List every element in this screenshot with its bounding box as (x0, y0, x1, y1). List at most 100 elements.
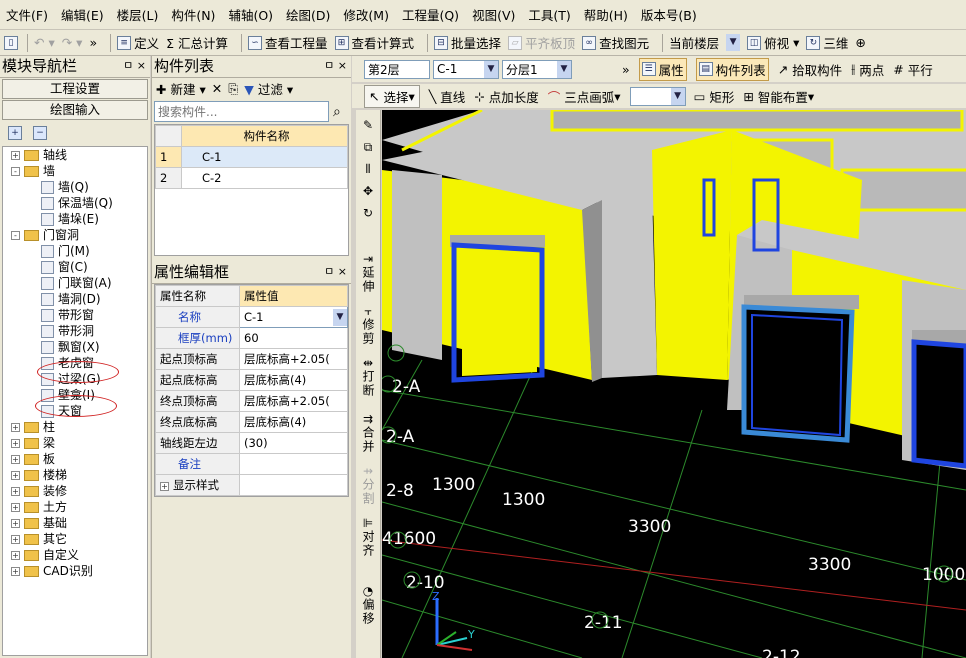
split-tool[interactable]: 分割 (361, 478, 375, 512)
expand-icon[interactable]: + (11, 550, 20, 560)
property-row[interactable]: + 显示样式 (155, 474, 348, 496)
align-tool[interactable]: 对齐 (361, 530, 375, 570)
mirror-icon[interactable]: ⫴ (365, 162, 370, 176)
brush-icon[interactable]: ✎ (363, 118, 373, 132)
property-value[interactable] (239, 453, 348, 475)
tree-item[interactable]: + 柱 (3, 419, 147, 435)
delete-icon[interactable]: ✕ (212, 81, 222, 96)
table-row[interactable]: 2 C-2 (155, 167, 348, 189)
copy-icon[interactable]: ⎘ (228, 81, 238, 97)
property-row[interactable]: 起点底标高 层底标高(4) (155, 369, 348, 391)
new-file-icon[interactable]: ▯ (4, 35, 18, 50)
rectangle-button[interactable]: ▭ 矩形 (694, 87, 735, 106)
point-length-button[interactable]: ⊹ 点加长度 (474, 87, 538, 106)
collapse-icon[interactable]: - (11, 230, 20, 240)
menu-modify[interactable]: 修改(M) (343, 5, 389, 24)
redo-button[interactable]: ↷ ▾ (62, 35, 83, 50)
tree-item[interactable]: 门(M) (3, 243, 147, 259)
tree-item[interactable]: 壁龛(I) (3, 387, 147, 403)
property-row[interactable]: 备注 (155, 453, 348, 475)
expand-icon[interactable]: + (11, 150, 20, 160)
filter-button[interactable]: ▼ 过滤 ▾ (244, 79, 293, 98)
tree-item[interactable]: + 其它 (3, 531, 147, 547)
align-slab-button[interactable]: ▱ 平齐板顶 (508, 33, 575, 52)
zoom-icon[interactable]: ⊕ (855, 35, 865, 50)
property-row[interactable]: 终点顶标高 层底标高+2.05( (155, 390, 348, 412)
tree-item[interactable]: + 自定义 (3, 547, 147, 563)
tree-item[interactable]: 保温墙(Q) (3, 195, 147, 211)
property-row[interactable]: 起点顶标高 层底标高+2.05( (155, 348, 348, 370)
define-button[interactable]: ≡ 定义 (117, 33, 159, 52)
tree-item[interactable]: 飘窗(X) (3, 339, 147, 355)
tree-item[interactable]: 门联窗(A) (3, 275, 147, 291)
layer-select[interactable]: 分层1 ▼ (502, 59, 572, 79)
panel-pin-close-icon[interactable]: ㅁ × (324, 262, 347, 283)
tree-item[interactable]: + 轴线 (3, 147, 147, 163)
menu-view[interactable]: 视图(V) (472, 5, 515, 24)
menu-floor[interactable]: 楼层(L) (117, 5, 159, 24)
new-component-button[interactable]: ✚ 新建 ▾ (156, 79, 206, 98)
merge-tool[interactable]: 合并 (361, 426, 375, 460)
component-list-button[interactable]: ▤ 构件列表 (695, 57, 769, 81)
tree-item[interactable]: + CAD识别 (3, 563, 147, 579)
property-value[interactable]: 层底标高+2.05( (239, 348, 348, 370)
menu-aux-axis[interactable]: 辅轴(O) (228, 5, 273, 24)
tree-item[interactable]: 窗(C) (3, 259, 147, 275)
property-value[interactable]: (30) (239, 432, 348, 454)
property-value[interactable] (239, 474, 348, 496)
menu-edit[interactable]: 编辑(E) (61, 5, 104, 24)
property-value[interactable]: 60 (239, 327, 348, 349)
select-button[interactable]: ↖ 选择 ▾ (364, 84, 420, 108)
tree-item[interactable]: 墙(Q) (3, 179, 147, 195)
component-search-input[interactable] (154, 101, 329, 122)
property-value[interactable]: 层底标高(4) (239, 369, 348, 391)
batch-select-button[interactable]: ⊟ 批量选择 (434, 33, 501, 52)
component-name-cell[interactable]: C-2 (181, 167, 348, 189)
expand-icon[interactable]: + (11, 454, 20, 464)
smart-layout-button[interactable]: ⊞ 智能布置 ▾ (743, 87, 814, 106)
property-value[interactable]: 层底标高(4) (239, 411, 348, 433)
tree-item[interactable]: 天窗 (3, 403, 147, 419)
view-quantity-button[interactable]: ∽ 查看工程量 (248, 33, 328, 52)
drawing-input-button[interactable]: 绘图输入 (2, 100, 148, 120)
two-point-button[interactable]: ⫲ 两点 (851, 60, 884, 79)
view-formula-button[interactable]: ⊞ 查看计算式 (334, 33, 414, 52)
menu-version[interactable]: 版本号(B) (641, 5, 697, 24)
current-floor-dropdown[interactable]: ▼ (726, 34, 741, 51)
project-settings-button[interactable]: 工程设置 (2, 79, 148, 99)
property-value[interactable]: C-1 ▼ (239, 306, 348, 328)
table-row[interactable]: 1 C-1 (155, 146, 348, 168)
expand-icon[interactable]: + (11, 566, 20, 576)
expand-icon[interactable]: + (11, 422, 20, 432)
panel-pin-close-icon[interactable]: ㅁ × (123, 56, 146, 77)
menu-quantity[interactable]: 工程量(Q) (402, 5, 459, 24)
tree-item[interactable]: + 楼梯 (3, 467, 147, 483)
expand-icon[interactable]: + (11, 518, 20, 528)
tree-item[interactable]: 老虎窗 (3, 355, 147, 371)
tree-item[interactable]: 过梁(G) (3, 371, 147, 387)
tree-item[interactable]: + 梁 (3, 435, 147, 451)
tree-item[interactable]: 带形洞 (3, 323, 147, 339)
summary-button[interactable]: Σ 汇总计算 (166, 33, 228, 52)
view-3d-button[interactable]: ↻ 三维 (806, 33, 848, 52)
cad-3d-canvas[interactable]: 2-A 2-A 2-8 1300 1300 3300 3300 1000 416… (382, 110, 966, 658)
floor-select[interactable]: 第2层 (364, 59, 430, 79)
three-point-arc-button[interactable]: ⌒ 三点画弧 ▾ (548, 87, 621, 106)
menu-component[interactable]: 构件(N) (171, 5, 215, 24)
tree-item[interactable]: + 基础 (3, 515, 147, 531)
trim-tool[interactable]: 修剪 (361, 318, 375, 352)
property-row[interactable]: 框厚(mm) 60 (155, 327, 348, 349)
property-row[interactable]: 轴线距左边 (30) (155, 432, 348, 454)
tree-item[interactable]: -墙 (3, 163, 147, 179)
copy-tool-icon[interactable]: ⧉ (364, 140, 373, 154)
tree-item[interactable]: 墙洞(D) (3, 291, 147, 307)
view-mode-button[interactable]: ◫ 俯视 ▾ (747, 33, 799, 52)
pick-component-button[interactable]: ↗ 拾取构件 (778, 60, 842, 79)
property-row[interactable]: 终点底标高 层底标高(4) (155, 411, 348, 433)
expand-icon[interactable]: + (160, 482, 169, 491)
tree-item[interactable]: + 装修 (3, 483, 147, 499)
property-row[interactable]: 名称 C-1 ▼ (155, 306, 348, 328)
draw-mode-select[interactable]: ▼ (629, 86, 686, 106)
expand-icon[interactable]: + (11, 438, 20, 448)
component-select[interactable]: C-1 ▼ (433, 59, 499, 79)
